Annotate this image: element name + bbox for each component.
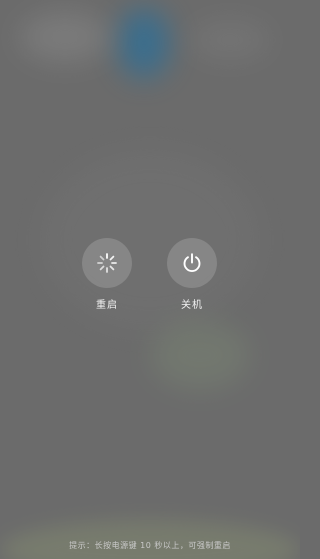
force-restart-hint: 提示：长按电源键 10 秒以上，可强制重启 — [69, 541, 231, 550]
restart-spinner-icon — [97, 253, 117, 273]
shutdown-button[interactable]: 关机 — [162, 238, 222, 311]
power-menu: 重启 关机 提示：长按电源键 10 秒以上，可强制重启 — [0, 0, 300, 559]
power-icon — [183, 253, 201, 272]
restart-button[interactable]: 重启 — [77, 238, 137, 311]
restart-icon-circle[interactable] — [82, 238, 132, 288]
shutdown-label: 关机 — [181, 300, 203, 311]
shutdown-icon-circle[interactable] — [167, 238, 217, 288]
restart-label: 重启 — [96, 300, 118, 311]
